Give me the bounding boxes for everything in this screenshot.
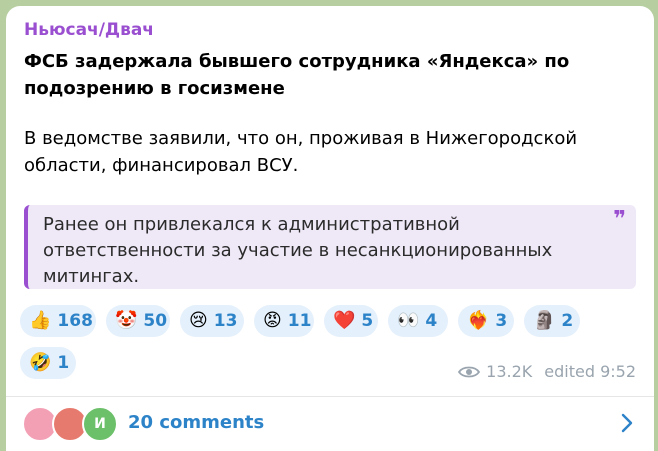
rofl-icon: 🤣 [29,352,52,373]
heart-on-fire-icon: ❤️‍🔥 [467,310,490,331]
heart-icon: ❤️ [333,310,356,331]
reaction-count: 168 [57,311,93,331]
reaction-red-heart[interactable]: ❤️ 5 [324,305,378,337]
thumbs-up-icon: 👍 [29,310,52,331]
comments-label: 20 comments [128,412,265,433]
quote-icon: ❞ [613,207,626,232]
reaction-count: 11 [287,311,312,331]
reaction-count: 5 [361,311,374,331]
reaction-count: 3 [495,311,508,331]
reaction-eyes[interactable]: 👀 4 [388,305,448,337]
moai-icon: 🗿 [533,310,556,331]
chevron-right-icon [621,413,633,433]
reaction-moai[interactable]: 🗿 2 [524,305,580,337]
post-title: ФСБ задержала бывшего сотрудника «Яндекс… [24,51,570,99]
crying-face-icon: 😢 [189,310,208,331]
reaction-angry-face[interactable]: 😡 11 [254,305,314,337]
eyes-icon: 👀 [397,310,420,331]
reaction-count: 1 [57,353,70,373]
channel-name[interactable]: Ньюсач/Двач [24,20,154,40]
reaction-clown[interactable]: 🤡 50 [106,305,170,337]
reaction-rofl[interactable]: 🤣 1 [20,347,76,379]
angry-face-icon: 😡 [263,310,282,331]
avatar: И [82,406,118,442]
reaction-count: 2 [561,311,574,331]
post-body: В ведомстве заявили, что он, проживая в … [24,128,578,176]
view-count: 13.2K [486,362,533,381]
reaction-crying-face[interactable]: 😢 13 [180,305,244,337]
channel-post: Ньюсач/Двач ФСБ задержала бывшего сотруд… [6,6,654,451]
reaction-thumbs-up[interactable]: 👍 168 [20,305,96,337]
clown-icon: 🤡 [115,310,138,331]
reaction-heart-on-fire[interactable]: ❤️‍🔥 3 [458,305,514,337]
comments-button[interactable]: И 20 comments [6,397,654,451]
edited-time: edited 9:52 [544,362,636,381]
eye-icon [458,366,481,377]
quote-text: Ранее он привлекался к административной … [43,214,553,287]
reaction-count: 4 [425,311,438,331]
reaction-count: 50 [143,311,168,331]
blockquote: Ранее он привлекался к административной … [24,205,636,289]
reaction-count: 13 [213,311,238,331]
post-meta: 13.2K edited 9:52 [458,362,636,381]
